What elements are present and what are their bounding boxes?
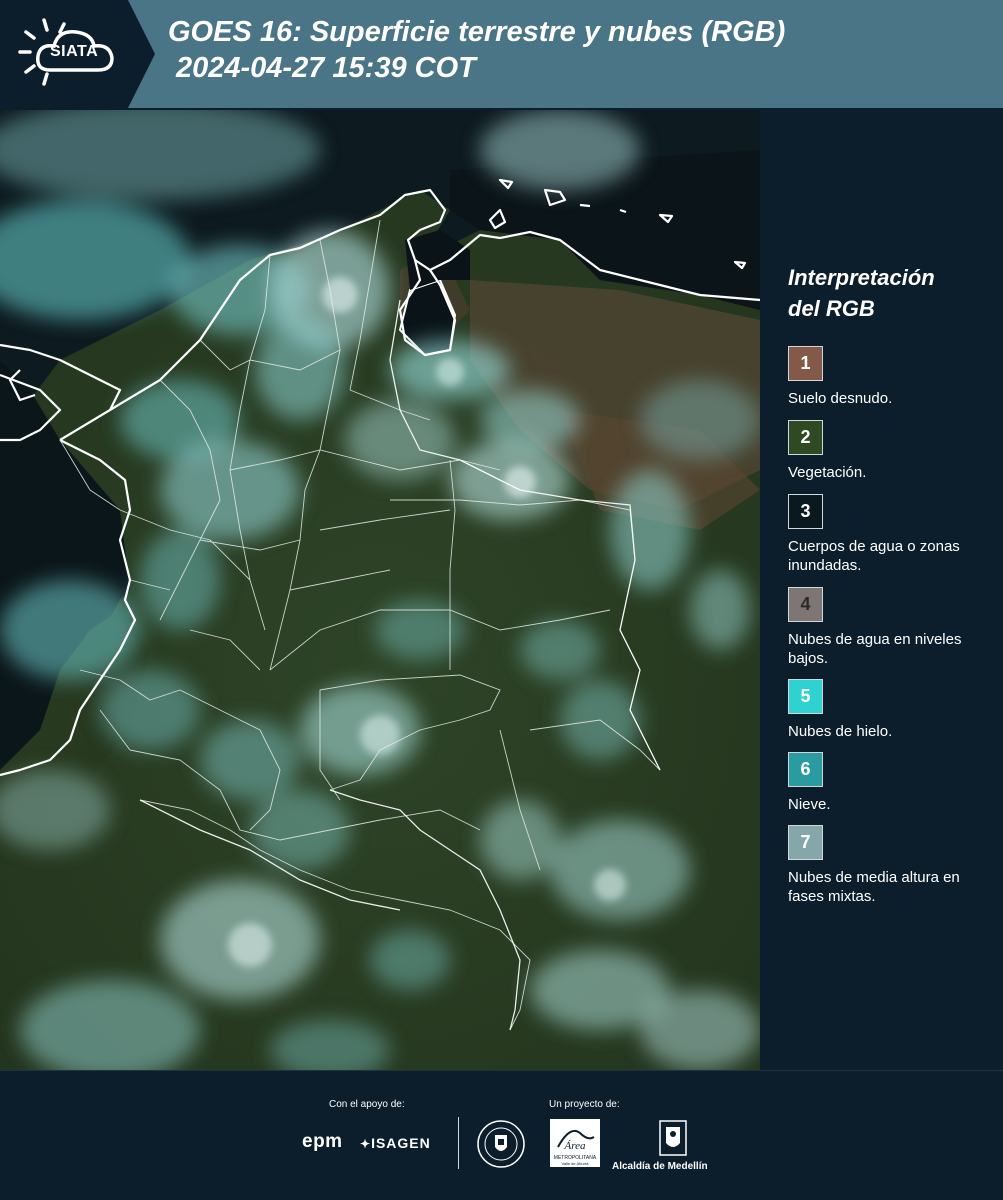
- legend-swatch: 7: [788, 825, 823, 860]
- legend-label: Vegetación.: [788, 464, 867, 481]
- area-metropolitana-logo: Área METROPOLITANA Valle de Aburrá: [550, 1119, 600, 1172]
- legend-swatch: 2: [788, 420, 823, 455]
- legend-number: 5: [800, 686, 811, 706]
- legend-label: Nubes de media altura en fases mixtas.: [788, 869, 960, 905]
- alcaldia-text: Alcaldía de Medellín: [612, 1161, 708, 1172]
- legend-number: 2: [800, 427, 811, 447]
- project-label: Un proyecto de:: [549, 1099, 620, 1110]
- page: SIATA GOES 16: Superficie terrestre y nu…: [0, 0, 1003, 1200]
- legend-number: 6: [800, 759, 811, 779]
- legend-swatch: 6: [788, 752, 823, 787]
- footer: Con el apoyo de: Un proyecto de: epm ✦IS…: [0, 1070, 1003, 1200]
- title-product: GOES 16: Superficie terrestre y nubes (R…: [168, 16, 786, 48]
- legend-label: Cuerpos de agua o zonas inundadas.: [788, 538, 960, 574]
- rgb-legend: Interpretación del RGB 1 Suelo desnudo. …: [770, 110, 1003, 1070]
- legend-item-bare-soil: 1 Suelo desnudo.: [788, 346, 998, 408]
- satellite-map[interactable]: [0, 110, 760, 1070]
- legend-swatch: 1: [788, 346, 823, 381]
- legend-swatch: 5: [788, 679, 823, 714]
- legend-item-water-bodies: 3 Cuerpos de agua o zonas inundadas.: [788, 494, 998, 575]
- legend-number: 3: [800, 501, 811, 521]
- siata-logo: SIATA: [0, 0, 155, 108]
- legend-number: 7: [800, 832, 811, 852]
- legend-label: Nubes de hielo.: [788, 723, 893, 740]
- header-bar: SIATA GOES 16: Superficie terrestre y nu…: [0, 0, 1003, 108]
- legend-item-low-water-clouds: 4 Nubes de agua en niveles bajos.: [788, 587, 998, 668]
- page-title: GOES 16: Superficie terrestre y nubes (R…: [168, 14, 785, 86]
- legend-label: Nubes de agua en niveles bajos.: [788, 631, 962, 667]
- siata-logo-text: SIATA: [50, 43, 99, 60]
- footer-divider: [458, 1117, 459, 1169]
- legend-item-mid-level-clouds: 7 Nubes de media altura en fases mixtas.: [788, 825, 998, 906]
- legend-label: Nieve.: [788, 796, 831, 813]
- svg-text:Valle de Aburrá: Valle de Aburrá: [561, 1161, 589, 1166]
- legend-item-snow: 6 Nieve.: [788, 752, 998, 814]
- legend-number: 4: [800, 594, 811, 614]
- epm-logo: epm: [302, 1131, 343, 1152]
- legend-item-ice-clouds: 5 Nubes de hielo.: [788, 679, 998, 741]
- universidad-seal-icon: [476, 1119, 526, 1174]
- legend-label: Suelo desnudo.: [788, 390, 893, 407]
- legend-swatch: 3: [788, 494, 823, 529]
- isagen-logo-text: ISAGEN: [371, 1135, 431, 1151]
- satellite-image: [0, 110, 760, 1070]
- svg-text:Área: Área: [564, 1140, 586, 1152]
- isagen-star-icon: ✦: [360, 1137, 372, 1151]
- legend-title-line1: Interpretación: [788, 265, 935, 290]
- support-label: Con el apoyo de:: [329, 1099, 405, 1110]
- isagen-logo: ✦ISAGEN: [360, 1135, 431, 1151]
- alcaldia-shield-icon: [638, 1119, 708, 1164]
- legend-item-vegetation: 2 Vegetación.: [788, 420, 998, 482]
- legend-number: 1: [800, 353, 811, 373]
- legend-title-line2: del RGB: [788, 296, 875, 321]
- legend-title: Interpretación del RGB: [788, 262, 935, 324]
- legend-swatch: 4: [788, 587, 823, 622]
- title-timestamp: 2024-04-27 15:39 COT: [176, 52, 476, 84]
